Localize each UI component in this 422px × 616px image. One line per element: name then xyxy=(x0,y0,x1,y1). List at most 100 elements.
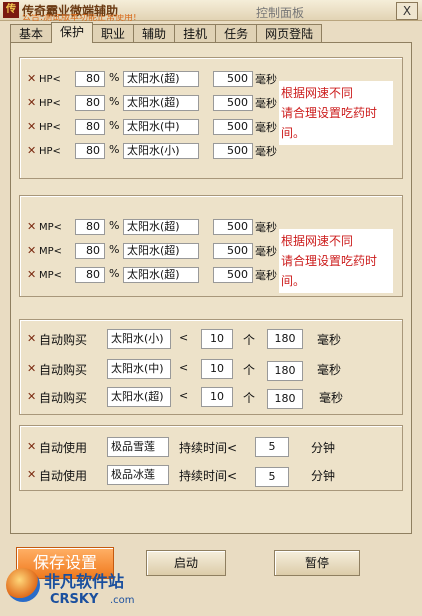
ms-unit: 毫秒 xyxy=(317,333,342,347)
hp-threshold-input[interactable]: 80 xyxy=(75,95,105,111)
checkbox-x-icon[interactable]: ✕ xyxy=(27,220,36,233)
auto-buy-label: 自动购买 xyxy=(39,391,88,405)
auto-use-row: ✕ 自动使用 极品冰莲 持续时间< 5 分钟 xyxy=(27,465,367,487)
hp-delay-input[interactable]: 500 xyxy=(213,95,253,111)
tab-job[interactable]: 职业 xyxy=(92,24,135,43)
mp-row: ✕ MP< 80 % 太阳水(超) 500 毫秒 xyxy=(27,267,297,283)
percent-sign: % xyxy=(109,243,120,256)
auto-buy-label: 自动购买 xyxy=(39,363,88,377)
mp-threshold-input[interactable]: 80 xyxy=(75,243,105,259)
auto-buy-potion-select[interactable]: 太阳水(小) xyxy=(107,329,171,349)
mp-potion-select[interactable]: 太阳水(超) xyxy=(123,267,199,283)
hp-label: HP< xyxy=(39,146,61,157)
tab-assist[interactable]: 辅助 xyxy=(133,24,176,43)
hint-line: 间。 xyxy=(281,126,306,140)
hp-hint: 根据网速不同 请合理设置吃药时 间。 xyxy=(279,81,393,145)
checkbox-x-icon[interactable]: ✕ xyxy=(27,440,36,453)
minutes-unit: 分钟 xyxy=(311,469,336,483)
ms-unit: 毫秒 xyxy=(317,363,342,377)
mp-potion-select[interactable]: 太阳水(超) xyxy=(123,219,199,235)
auto-buy-count-input[interactable]: 10 xyxy=(201,387,233,407)
mp-threshold-input[interactable]: 80 xyxy=(75,267,105,283)
tab-web-login[interactable]: 网页登陆 xyxy=(256,24,323,43)
hp-potion-select[interactable]: 太阳水(中) xyxy=(123,119,199,135)
hp-row: ✕ HP< 80 % 太阳水(中) 500 毫秒 xyxy=(27,119,297,135)
percent-sign: % xyxy=(109,267,120,280)
hp-threshold-input[interactable]: 80 xyxy=(75,71,105,87)
ms-unit: 毫秒 xyxy=(255,221,277,234)
percent-sign: % xyxy=(109,143,120,156)
hp-label: HP< xyxy=(39,98,61,109)
hp-delay-input[interactable]: 500 xyxy=(213,71,253,87)
hp-potion-select[interactable]: 太阳水(小) xyxy=(123,143,199,159)
pause-button[interactable]: 暂停 xyxy=(274,550,360,576)
percent-sign: % xyxy=(109,119,120,132)
tab-bar: 基本 保护 职业 辅助 挂机 任务 网页登陆 xyxy=(10,22,323,43)
auto-use-row: ✕ 自动使用 极品雪莲 持续时间< 5 分钟 xyxy=(27,437,367,457)
hp-potion-select[interactable]: 太阳水(超) xyxy=(123,95,199,111)
mp-label: MP< xyxy=(39,246,63,257)
count-unit: 个 xyxy=(243,333,256,347)
checkbox-x-icon[interactable]: ✕ xyxy=(27,72,36,85)
auto-buy-potion-select[interactable]: 太阳水(超) xyxy=(107,387,171,407)
mp-row: ✕ MP< 80 % 太阳水(超) 500 毫秒 xyxy=(27,243,297,259)
checkbox-x-icon[interactable]: ✕ xyxy=(27,144,36,157)
close-button[interactable]: X xyxy=(396,2,418,20)
mp-delay-input[interactable]: 500 xyxy=(213,243,253,259)
app-logo-icon: 传 xyxy=(3,2,19,18)
hint-line: 根据网速不同 xyxy=(281,86,354,100)
auto-buy-row: ✕ 自动购买 太阳水(中) < 10 个 180 毫秒 xyxy=(27,359,367,381)
less-than-sign: < xyxy=(179,361,189,374)
auto-buy-row: ✕ 自动购买 太阳水(超) < 10 个 180 毫秒 xyxy=(27,387,367,409)
auto-buy-delay-input[interactable]: 180 xyxy=(267,361,303,381)
auto-use-item-select[interactable]: 极品雪莲 xyxy=(107,437,169,457)
watermark-name: 非凡软件站 xyxy=(44,572,125,591)
hp-threshold-input[interactable]: 80 xyxy=(75,143,105,159)
checkbox-x-icon[interactable]: ✕ xyxy=(27,96,36,109)
auto-buy-delay-input[interactable]: 180 xyxy=(267,389,303,409)
checkbox-x-icon[interactable]: ✕ xyxy=(27,244,36,257)
auto-use-minutes-input[interactable]: 5 xyxy=(255,467,289,487)
site-logo-icon xyxy=(6,568,40,602)
mp-row: ✕ MP< 80 % 太阳水(超) 500 毫秒 xyxy=(27,219,297,235)
hp-threshold-input[interactable]: 80 xyxy=(75,119,105,135)
tab-protect[interactable]: 保护 xyxy=(51,22,94,43)
checkbox-x-icon[interactable]: ✕ xyxy=(27,362,36,375)
auto-buy-count-input[interactable]: 10 xyxy=(201,359,233,379)
hint-line: 请合理设置吃药时 xyxy=(281,106,378,120)
ms-unit: 毫秒 xyxy=(255,245,277,258)
hp-delay-input[interactable]: 500 xyxy=(213,119,253,135)
count-unit: 个 xyxy=(243,391,256,405)
duration-label: 持续时间< xyxy=(179,469,238,483)
mp-potion-select[interactable]: 太阳水(超) xyxy=(123,243,199,259)
hint-line: 根据网速不同 xyxy=(281,234,354,248)
auto-use-minutes-input[interactable]: 5 xyxy=(255,437,289,457)
hp-delay-input[interactable]: 500 xyxy=(213,143,253,159)
hp-row: ✕ HP< 80 % 太阳水(超) 500 毫秒 xyxy=(27,95,297,111)
checkbox-x-icon[interactable]: ✕ xyxy=(27,332,36,345)
less-than-sign: < xyxy=(179,331,189,344)
tab-idle[interactable]: 挂机 xyxy=(174,24,217,43)
auto-buy-row: ✕ 自动购买 太阳水(小) < 10 个 180 毫秒 xyxy=(27,329,367,349)
auto-use-item-select[interactable]: 极品冰莲 xyxy=(107,465,169,485)
checkbox-x-icon[interactable]: ✕ xyxy=(27,268,36,281)
ms-unit: 毫秒 xyxy=(255,269,277,282)
mp-threshold-input[interactable]: 80 xyxy=(75,219,105,235)
tab-quest[interactable]: 任务 xyxy=(215,24,258,43)
watermark-url: .com xyxy=(110,595,135,606)
mp-delay-input[interactable]: 500 xyxy=(213,267,253,283)
checkbox-x-icon[interactable]: ✕ xyxy=(27,120,36,133)
hp-potion-select[interactable]: 太阳水(超) xyxy=(123,71,199,87)
title-bar: 传 传奇霸业微端辅助 公告:测试版本功能正常使用! 控制面板 X xyxy=(0,0,422,23)
tab-basic[interactable]: 基本 xyxy=(10,24,53,43)
auto-buy-count-input[interactable]: 10 xyxy=(201,329,233,349)
hint-line: 请合理设置吃药时 xyxy=(281,254,378,268)
auto-buy-delay-input[interactable]: 180 xyxy=(267,329,303,349)
auto-buy-potion-select[interactable]: 太阳水(中) xyxy=(107,359,171,379)
mp-delay-input[interactable]: 500 xyxy=(213,219,253,235)
checkbox-x-icon[interactable]: ✕ xyxy=(27,390,36,403)
checkbox-x-icon[interactable]: ✕ xyxy=(27,468,36,481)
ms-unit: 毫秒 xyxy=(255,97,277,110)
window-title: 控制面板 xyxy=(256,6,305,20)
site-watermark: 非凡软件站 CRSKY .com xyxy=(0,562,170,616)
